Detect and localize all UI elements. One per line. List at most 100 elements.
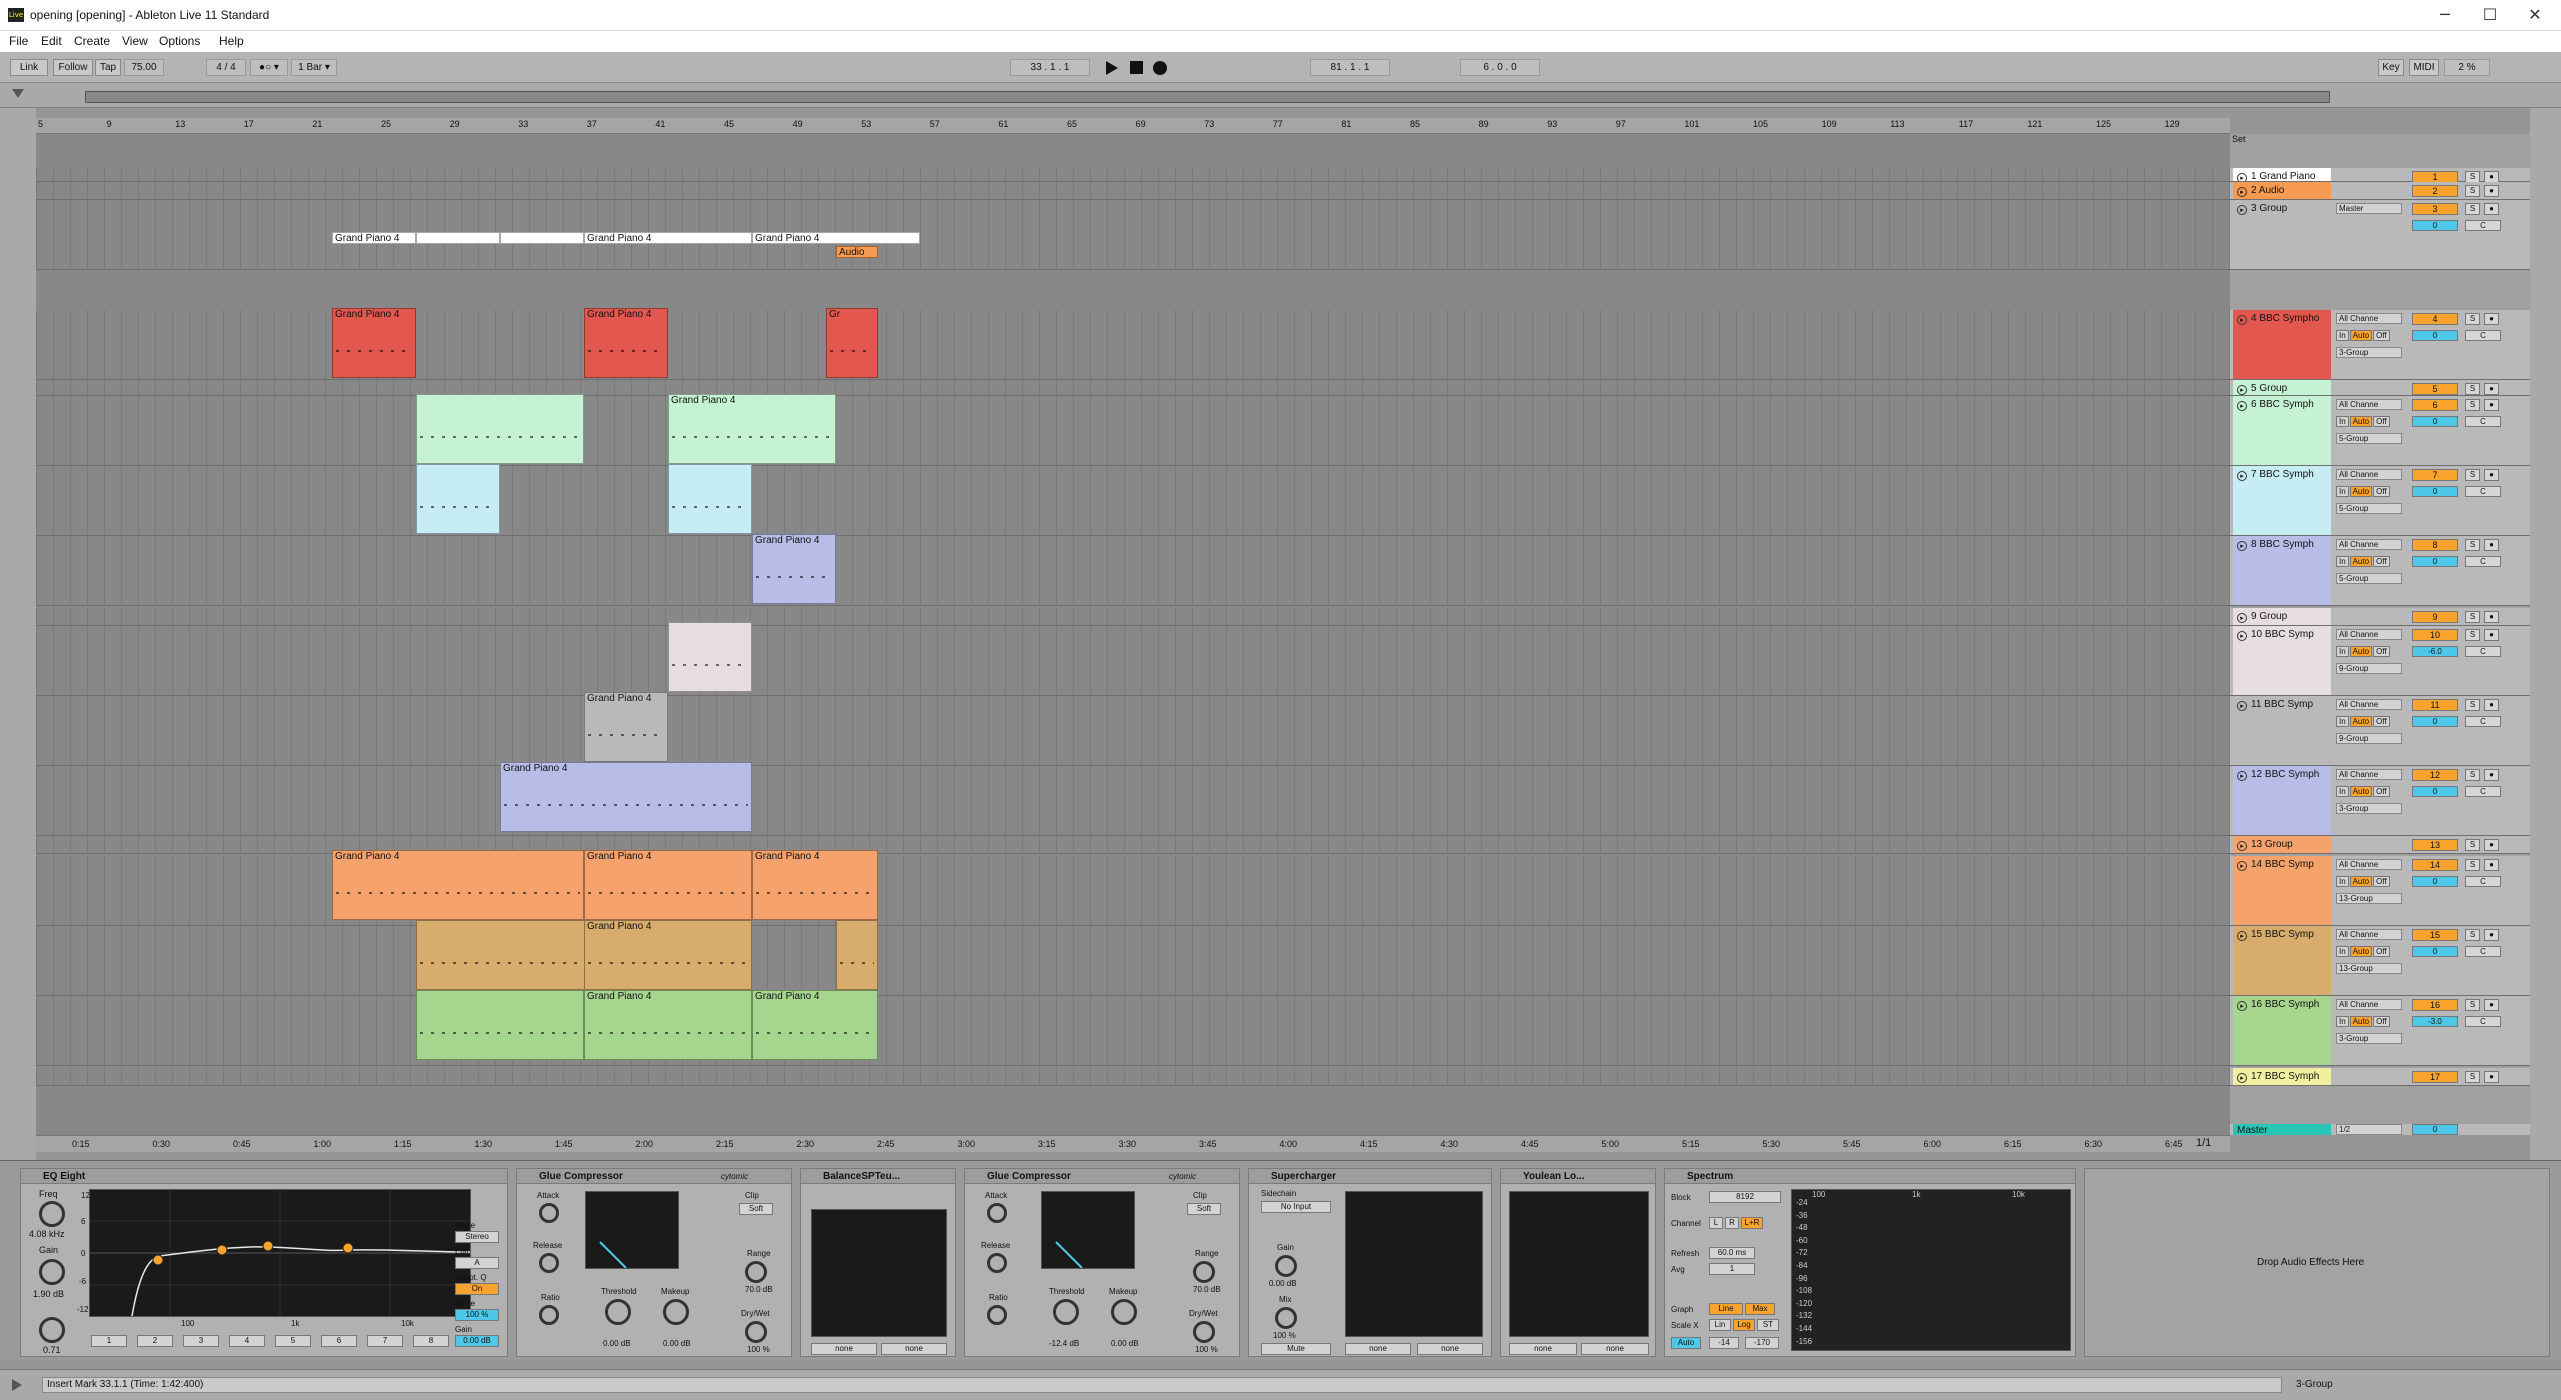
track-name[interactable]: Master [2233,1124,2331,1135]
solo-button[interactable]: S [2465,313,2480,325]
track-name[interactable]: ▸ 3 Group [2233,200,2331,269]
arm-button[interactable]: ● [2484,629,2499,641]
track-lane[interactable] [36,626,2230,696]
track-name[interactable]: ▸ 6 BBC Symph [2233,396,2331,465]
output-routing-menu[interactable]: 5-Group [2336,573,2402,584]
track-fold-icon[interactable]: ▸ [2237,1001,2247,1011]
pan-control[interactable]: C [2465,330,2501,341]
track-volume[interactable]: 0 [2412,786,2458,797]
track-fold-icon[interactable]: ▸ [2237,173,2247,181]
eq-band-toggle[interactable]: 2 [137,1335,173,1347]
release-knob[interactable] [987,1253,1007,1273]
auto-range-button[interactable]: Auto [1671,1337,1701,1349]
mix-knob[interactable] [1275,1307,1297,1329]
track-header[interactable]: ▸ 14 BBC Symp 14 S ● All Channe 0 C In Auto Off 13-… [2230,856,2530,926]
gain-knob[interactable] [1275,1255,1297,1277]
solo-button[interactable]: S [2465,699,2480,711]
macro-select[interactable]: none [881,1343,947,1355]
output-routing-menu[interactable]: 5-Group [2336,433,2402,444]
monitor-switch[interactable]: In Auto Off [2336,786,2402,797]
mute-button[interactable]: Mute [1261,1343,1331,1355]
range-max-field[interactable]: -170 [1745,1337,1779,1349]
track-activator-button[interactable]: 9 [2412,611,2458,623]
track-volume[interactable]: 0 [2412,416,2458,427]
input-type-menu[interactable]: All Channe [2336,999,2402,1010]
monitor-switch[interactable]: In Auto Off [2336,486,2402,497]
dry-wet-knob[interactable] [1193,1321,1215,1343]
output-gain-value[interactable]: 0.00 dB [455,1335,499,1347]
track-fold-icon[interactable]: ▸ [2237,401,2247,411]
arrangement-clip[interactable]: Grand Piano 4 [752,850,878,920]
status-play-icon[interactable] [12,1379,22,1391]
track-header[interactable]: ▸ 9 Group 9 S ● [2230,608,2530,626]
output-routing-menu[interactable]: 1/2 [2336,1124,2402,1135]
threshold-knob[interactable] [605,1299,631,1325]
arrangement-clip[interactable]: Grand Piano 4 [584,692,668,762]
arm-button[interactable]: ● [2484,399,2499,411]
track-activator-button[interactable]: 17 [2412,1071,2458,1083]
track-lane[interactable] [36,996,2230,1066]
threshold-knob[interactable] [1053,1299,1079,1325]
track-volume[interactable]: 0 [2412,876,2458,887]
dry-wet-value[interactable]: 100 % [747,1345,770,1354]
freq-knob[interactable] [39,1201,65,1227]
arrangement-clip[interactable] [500,232,584,244]
eq-band-toggle[interactable]: 5 [275,1335,311,1347]
input-type-menu[interactable]: Master [2336,203,2402,214]
arrangement-clip[interactable] [416,990,584,1060]
solo-button[interactable]: S [2465,629,2480,641]
makeup-value[interactable]: 0.00 dB [663,1339,691,1348]
solo-button[interactable]: S [2465,1071,2480,1083]
block-menu[interactable]: 8192 [1709,1191,1781,1203]
time-ruler[interactable]: 1/1 0:15 0:30 0:45 1:00 1:15 1:30 1:45 2:00 2:15… [36,1135,2230,1152]
macro-select[interactable]: none [1509,1343,1577,1355]
input-type-menu[interactable]: All Channe [2336,313,2402,324]
channel-lr-button[interactable]: L+R [1741,1217,1763,1229]
arrangement-view[interactable]: Grand Piano 4 Grand Piano 4 Grand Piano 4 A… [36,134,2230,1135]
track-lane[interactable] [36,1068,2230,1086]
track-lane[interactable] [36,926,2230,996]
refresh-field[interactable]: 60.0 ms [1709,1247,1755,1259]
makeup-knob[interactable] [663,1299,689,1325]
maximize-button[interactable]: ☐ [2470,4,2510,26]
output-routing-menu[interactable]: 3-Group [2336,347,2402,358]
release-knob[interactable] [539,1253,559,1273]
track-activator-button[interactable]: 2 [2412,185,2458,197]
track-activator-button[interactable]: 4 [2412,313,2458,325]
master-volume[interactable]: 0 [2412,1124,2458,1135]
input-type-menu[interactable]: All Channe [2336,699,2402,710]
track-volume[interactable]: 0 [2412,716,2458,727]
macro-select[interactable]: none [1345,1343,1411,1355]
loop-start-field[interactable]: 81 . 1 . 1 [1310,59,1390,76]
macro-select[interactable]: none [811,1343,877,1355]
solo-button[interactable]: S [2465,999,2480,1011]
solo-button[interactable]: S [2465,769,2480,781]
track-lane[interactable] [36,380,2230,396]
arrangement-clip[interactable]: Grand Piano 4 [752,232,920,244]
macro-select[interactable]: none [1581,1343,1649,1355]
track-name[interactable]: ▸ 4 BBC Sympho [2233,310,2331,379]
track-activator-button[interactable]: 6 [2412,399,2458,411]
track-name[interactable]: ▸ 13 Group [2233,836,2331,853]
track-name[interactable]: ▸ 14 BBC Symp [2233,856,2331,925]
eq-band-toggle[interactable]: 1 [91,1335,127,1347]
track-fold-icon[interactable]: ▸ [2237,631,2247,641]
follow-button[interactable]: Follow [53,59,93,76]
track-volume[interactable]: 0 [2412,486,2458,497]
arrangement-clip[interactable]: Grand Piano 4 [752,990,878,1060]
attack-knob[interactable] [987,1203,1007,1223]
eq-band-toggle[interactable]: 4 [229,1335,265,1347]
arrangement-clip[interactable] [416,232,500,244]
arrangement-clip[interactable]: Grand Piano 4 [584,850,752,920]
pan-control[interactable]: C [2465,220,2501,231]
arm-button[interactable]: ● [2484,203,2499,215]
track-activator-button[interactable]: 16 [2412,999,2458,1011]
track-lane[interactable] [36,536,2230,606]
output-routing-menu[interactable]: 9-Group [2336,733,2402,744]
track-fold-icon[interactable]: ▸ [2237,471,2247,481]
track-volume[interactable]: 0 [2412,330,2458,341]
threshold-value[interactable]: 0.00 dB [603,1339,631,1348]
track-volume[interactable]: 0 [2412,946,2458,957]
dry-wet-value[interactable]: 100 % [1195,1345,1218,1354]
tap-button[interactable]: Tap [95,59,121,76]
